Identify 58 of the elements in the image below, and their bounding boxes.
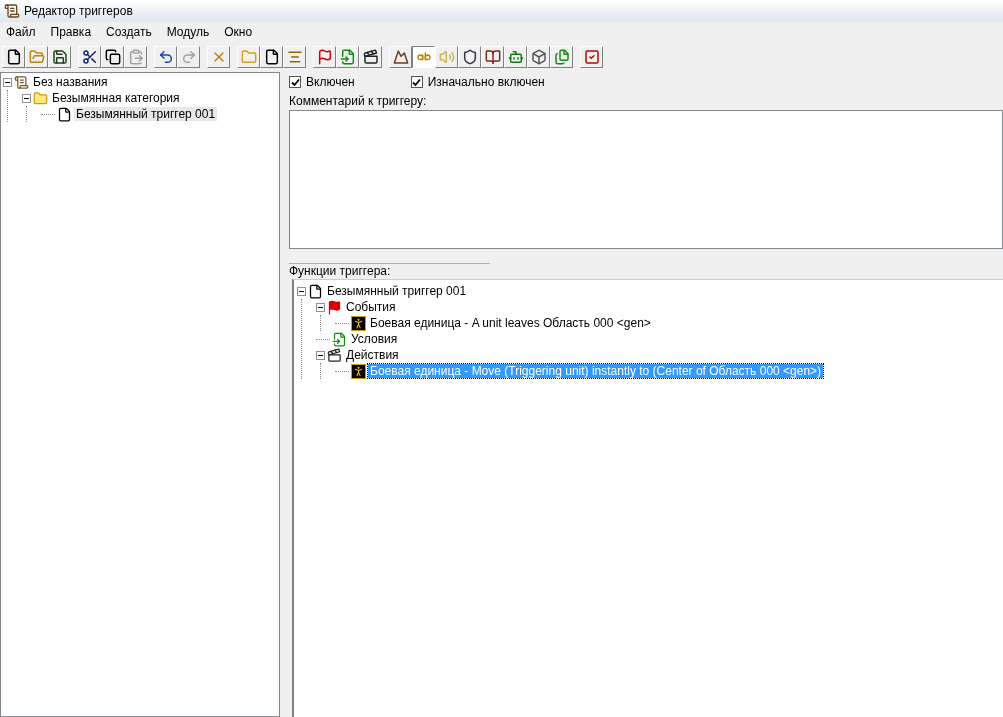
documents-icon <box>553 49 570 65</box>
document-icon <box>263 49 280 65</box>
functions-label: Функции триггера: <box>289 263 491 278</box>
open-folder-icon <box>28 49 45 65</box>
document-icon <box>57 106 72 122</box>
menu-item[interactable]: Создать <box>106 23 152 41</box>
tree-item[interactable]: События <box>344 300 398 314</box>
clapperboard-icon <box>362 49 379 65</box>
menu-item[interactable]: Модуль <box>166 23 210 41</box>
app-icon <box>4 3 20 19</box>
flag-icon <box>327 299 342 315</box>
checkbox[interactable] <box>289 76 301 88</box>
scroll-icon <box>14 74 29 90</box>
checkbox[interactable] <box>410 76 423 88</box>
comment-label: Комментарий к триггеру: <box>289 94 428 108</box>
tree-item[interactable]: Условия <box>349 332 400 346</box>
document-arrow-icon <box>332 331 347 347</box>
clapperboard-icon <box>327 347 342 363</box>
robot-icon <box>507 49 524 65</box>
speaker-icon <box>438 49 455 65</box>
scissors-icon <box>81 49 98 65</box>
checkbox-label: Включен <box>306 74 355 91</box>
collapse-icon[interactable] <box>316 350 325 360</box>
figure-icon <box>351 363 366 379</box>
flag-icon <box>316 49 333 65</box>
mountain-icon <box>392 49 409 65</box>
paste-icon <box>127 49 144 65</box>
copy-icon <box>104 49 121 65</box>
lines-icon <box>286 49 303 65</box>
tree-item[interactable]: Безымянный триггер 001 <box>74 107 218 121</box>
tree-item[interactable]: Безымянный триггер 001 <box>325 284 469 298</box>
book-icon <box>484 49 501 65</box>
document-arrow-icon <box>339 49 356 65</box>
folder-icon <box>33 90 48 106</box>
menu-item[interactable]: Файл <box>6 23 36 41</box>
new-file-icon <box>5 49 22 65</box>
save-icon <box>51 49 68 65</box>
cube-icon <box>530 49 547 65</box>
collapse-icon[interactable] <box>3 77 12 87</box>
menu-item[interactable]: Правка <box>50 23 92 41</box>
tree-item[interactable]: Действия <box>344 348 401 362</box>
tree-item[interactable]: Боевая единица - A unit leaves Область 000 <gen> <box>368 316 653 330</box>
redo-icon <box>180 49 197 65</box>
tree-item[interactable]: Без названия <box>31 75 110 89</box>
window-title: Редактор триггеров <box>24 3 133 20</box>
comment-field[interactable] <box>289 110 1003 249</box>
document-icon <box>308 283 323 299</box>
figure-icon <box>351 315 366 331</box>
collapse-icon[interactable] <box>297 286 306 296</box>
menu-item[interactable]: Окно <box>224 23 253 41</box>
collapse-icon[interactable] <box>316 302 325 312</box>
collapse-icon[interactable] <box>22 93 31 103</box>
checkbox-label: Изначально включен <box>427 74 545 91</box>
folder-icon <box>240 49 257 65</box>
shield-icon <box>461 49 478 65</box>
checkmark-icon <box>583 49 600 65</box>
tree-item[interactable]: Безымянная категория <box>50 91 182 105</box>
undo-icon <box>157 49 174 65</box>
